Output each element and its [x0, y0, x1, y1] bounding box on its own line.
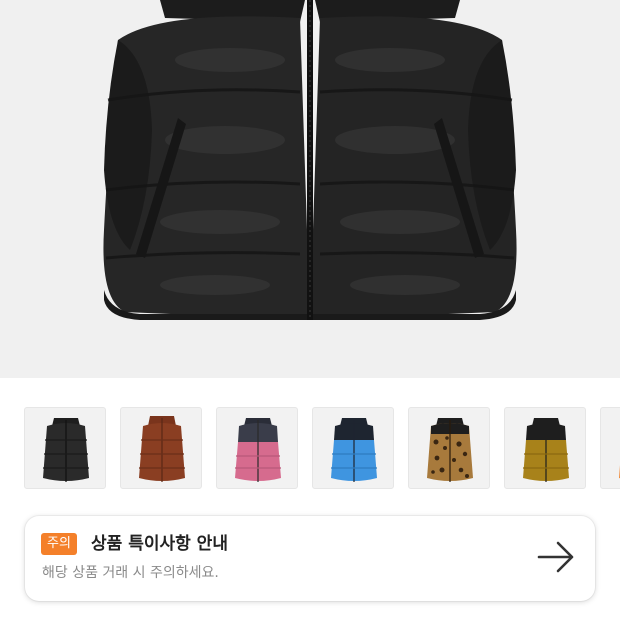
black-vest-thumbnail	[43, 418, 89, 482]
orange-vest-thumbnail	[619, 465, 620, 479]
color-option-black[interactable]	[24, 407, 106, 489]
black-puffer-vest-image	[103, 0, 517, 320]
pink-vest-thumbnail	[235, 418, 281, 482]
caution-badge: 주의	[41, 533, 77, 555]
notice-title: 상품 특이사항 안내	[91, 534, 228, 554]
product-main-image	[0, 0, 620, 378]
product-notice-card[interactable]: 주의 상품 특이사항 안내 해당 상품 거래 시 주의하세요.	[25, 516, 595, 601]
color-option-list	[24, 407, 620, 491]
color-option-orange[interactable]	[600, 407, 620, 489]
leopard-vest-thumbnail	[427, 418, 473, 482]
color-option-leopard[interactable]	[408, 407, 490, 489]
color-option-blue[interactable]	[312, 407, 394, 489]
brown-vest-thumbnail	[139, 416, 185, 482]
color-option-brown[interactable]	[120, 407, 202, 489]
notice-subtitle: 해당 상품 거래 시 주의하세요.	[42, 565, 219, 581]
color-option-pink[interactable]	[216, 407, 298, 489]
color-option-mustard[interactable]	[504, 407, 586, 489]
arrow-right-icon[interactable]	[537, 540, 575, 574]
mustard-vest-thumbnail	[523, 418, 569, 482]
blue-vest-thumbnail	[331, 418, 377, 482]
